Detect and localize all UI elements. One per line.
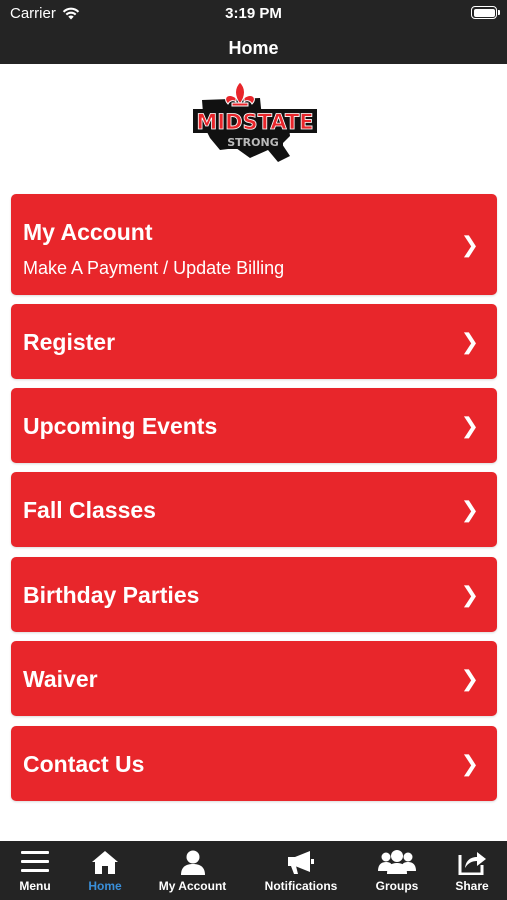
menu-item-label: Register	[23, 329, 116, 355]
menu-item-fall-classes[interactable]: Fall Classes ❯	[11, 472, 497, 547]
tab-label: My Account	[158, 879, 227, 893]
tab-label: Menu	[19, 879, 51, 893]
menu-item-upcoming-events[interactable]: Upcoming Events ❯	[11, 388, 497, 463]
chevron-right-icon: ❯	[460, 582, 479, 607]
status-bar: Carrier 3:19 PM	[0, 0, 507, 28]
chevron-right-icon: ❯	[460, 413, 479, 438]
page-title: Home	[228, 38, 279, 58]
logo-main-text: MIDSTATE	[196, 110, 313, 134]
menu-item-label: Upcoming Events	[23, 413, 218, 439]
menu-item-label: Contact Us	[23, 751, 145, 777]
chevron-right-icon: ❯	[460, 329, 479, 354]
chevron-right-icon: ❯	[460, 497, 479, 522]
tab-my-account[interactable]: My Account	[140, 841, 245, 900]
tab-home[interactable]: Home	[70, 841, 140, 900]
clock: 3:19 PM	[225, 5, 282, 22]
house-icon	[92, 851, 118, 874]
menu-item-label: Fall Classes	[23, 497, 156, 523]
tab-notifications[interactable]: Notifications	[245, 841, 357, 900]
top-bar: Carrier 3:19 PM Home	[0, 0, 507, 64]
person-icon	[180, 850, 205, 875]
tab-label: Home	[88, 879, 122, 893]
menu-item-waiver[interactable]: Waiver ❯	[11, 641, 497, 716]
tab-bar: Menu Home My Account Notifications Group…	[0, 841, 507, 900]
tab-label: Notifications	[264, 879, 338, 893]
tab-label: Share	[455, 879, 489, 893]
chevron-right-icon: ❯	[460, 751, 479, 776]
chevron-right-icon: ❯	[460, 232, 479, 257]
tab-menu[interactable]: Menu	[0, 841, 70, 900]
menu-item-sublabel: Make A Payment / Update Billing	[23, 258, 285, 278]
battery-icon	[471, 6, 500, 19]
menu-item-label: Birthday Parties	[23, 582, 200, 608]
midstate-strong-logo: MIDSTATE STRONG	[193, 81, 317, 162]
tab-label: Groups	[375, 879, 419, 893]
hamburger-icon	[21, 851, 49, 872]
tab-groups[interactable]: Groups	[357, 841, 437, 900]
chevron-right-icon: ❯	[460, 666, 479, 691]
logo-sub-text: STRONG	[227, 136, 278, 149]
menu-item-label: My Account	[23, 219, 153, 245]
menu-item-register[interactable]: Register ❯	[11, 304, 497, 379]
menu-item-my-account[interactable]: My Account Make A Payment / Update Billi…	[11, 194, 497, 295]
group-icon	[378, 850, 416, 874]
menu-item-contact-us[interactable]: Contact Us ❯	[11, 726, 497, 801]
megaphone-icon	[288, 851, 314, 874]
tab-share[interactable]: Share	[437, 841, 507, 900]
share-icon	[458, 852, 486, 875]
menu-item-birthday-parties[interactable]: Birthday Parties ❯	[11, 557, 497, 632]
menu-item-label: Waiver	[23, 666, 98, 692]
